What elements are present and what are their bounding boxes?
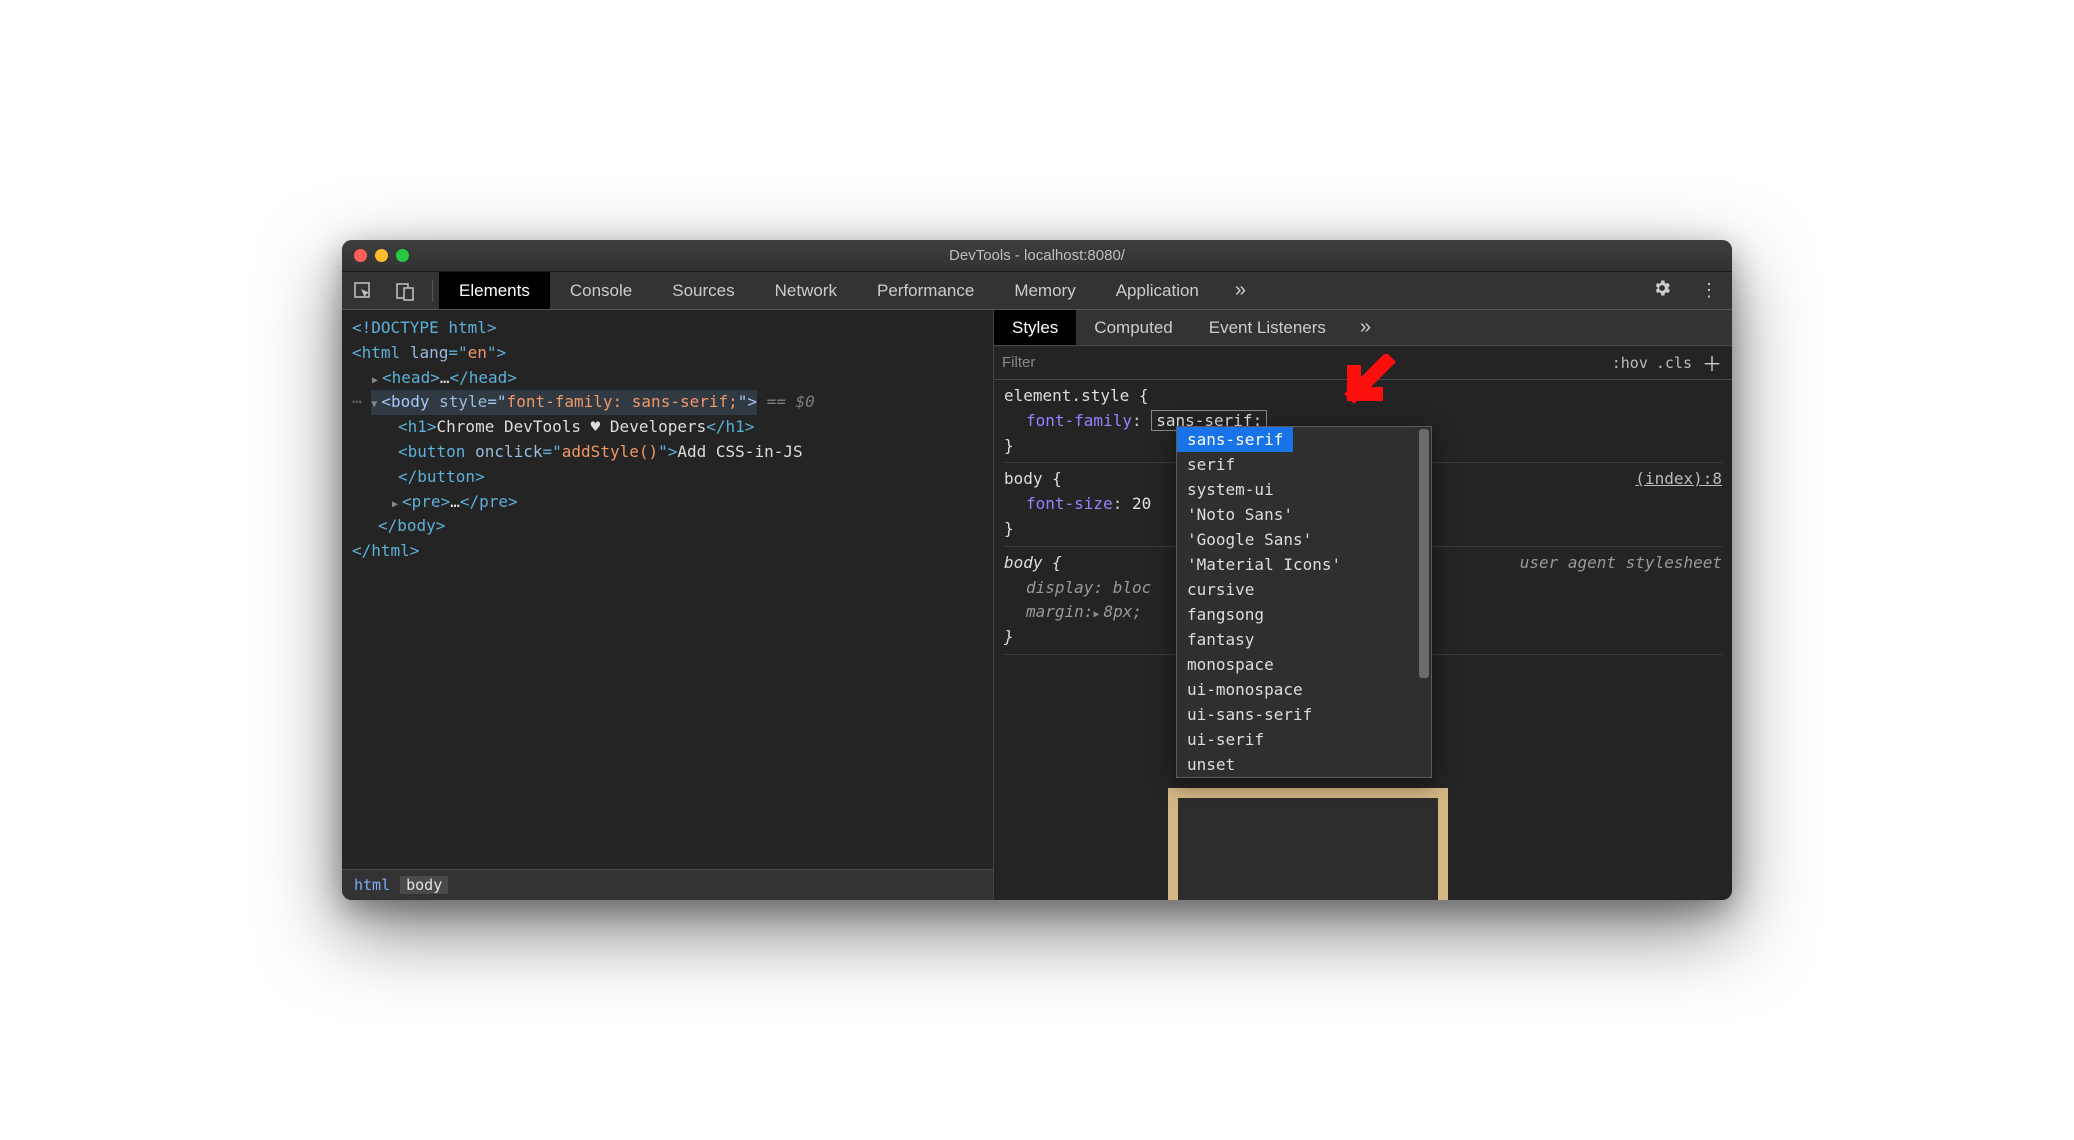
main-toolbar: Elements Console Sources Network Perform…: [342, 272, 1732, 310]
dropdown-scrollbar[interactable]: [1419, 429, 1429, 775]
subtabs-overflow-icon[interactable]: »: [1344, 316, 1387, 339]
option-material-icons[interactable]: 'Material Icons': [1177, 552, 1431, 577]
cls-toggle[interactable]: .cls: [1656, 354, 1692, 372]
main-tabs: Elements Console Sources Network Perform…: [439, 272, 1219, 309]
option-fangsong[interactable]: fangsong: [1177, 602, 1431, 627]
inspect-icon[interactable]: [342, 281, 384, 301]
breadcrumb-item-current[interactable]: body: [400, 876, 448, 894]
titlebar: DevTools - localhost:8080/: [342, 240, 1732, 272]
window-title: DevTools - localhost:8080/: [342, 247, 1732, 264]
breadcrumb-item[interactable]: html: [354, 876, 390, 894]
body-node-selected[interactable]: ⋯ <body style="font-family: sans-serif;"…: [352, 390, 983, 415]
tab-performance[interactable]: Performance: [857, 272, 994, 309]
source-link[interactable]: (index):8: [1635, 467, 1722, 492]
option-ui-sans-serif[interactable]: ui-sans-serif: [1177, 702, 1431, 727]
option-ui-monospace[interactable]: ui-monospace: [1177, 677, 1431, 702]
doctype: <!DOCTYPE html>: [352, 318, 497, 337]
device-toggle-icon[interactable]: [384, 281, 426, 301]
dom-tree[interactable]: <!DOCTYPE html> <html lang="en"> <head>……: [342, 310, 993, 869]
elements-pane: <!DOCTYPE html> <html lang="en"> <head>……: [342, 310, 994, 900]
option-noto-sans[interactable]: 'Noto Sans': [1177, 502, 1431, 527]
tabs-overflow-icon[interactable]: »: [1219, 279, 1262, 302]
subtab-styles[interactable]: Styles: [994, 310, 1076, 345]
option-system-ui[interactable]: system-ui: [1177, 477, 1431, 502]
tab-memory[interactable]: Memory: [994, 272, 1095, 309]
tab-elements[interactable]: Elements: [439, 272, 550, 309]
devtools-window: DevTools - localhost:8080/ Elements Cons…: [342, 240, 1732, 900]
styles-pane: Styles Computed Event Listeners » :hov .…: [994, 310, 1732, 900]
subtab-computed[interactable]: Computed: [1076, 310, 1190, 345]
traffic-lights: [342, 249, 409, 262]
add-rule-icon[interactable]: ＋: [1702, 348, 1722, 377]
kebab-menu-icon[interactable]: ⋮: [1686, 280, 1732, 301]
minimize-icon[interactable]: [375, 249, 388, 262]
option-google-sans[interactable]: 'Google Sans': [1177, 527, 1431, 552]
annotation-arrow-icon: [1336, 354, 1398, 421]
sub-tabs: Styles Computed Event Listeners »: [994, 310, 1732, 346]
option-sans-serif[interactable]: sans-serif: [1177, 427, 1293, 452]
settings-gear-icon[interactable]: [1638, 278, 1686, 303]
option-fantasy[interactable]: fantasy: [1177, 627, 1431, 652]
tab-network[interactable]: Network: [755, 272, 857, 309]
close-icon[interactable]: [354, 249, 367, 262]
option-monospace[interactable]: monospace: [1177, 652, 1431, 677]
tab-application[interactable]: Application: [1096, 272, 1219, 309]
option-serif[interactable]: serif: [1177, 452, 1431, 477]
tab-sources[interactable]: Sources: [652, 272, 754, 309]
option-ui-serif[interactable]: ui-serif: [1177, 727, 1431, 752]
option-cursive[interactable]: cursive: [1177, 577, 1431, 602]
zoom-icon[interactable]: [396, 249, 409, 262]
hov-toggle[interactable]: :hov: [1612, 354, 1648, 372]
subtab-event-listeners[interactable]: Event Listeners: [1191, 310, 1344, 345]
tab-console[interactable]: Console: [550, 272, 652, 309]
autocomplete-dropdown[interactable]: sans-serif serif system-ui 'Noto Sans' '…: [1176, 426, 1432, 778]
filter-input[interactable]: [1002, 354, 1604, 371]
box-model: [1168, 780, 1448, 900]
breadcrumb: html body: [342, 869, 993, 900]
option-unset[interactable]: unset: [1177, 752, 1431, 777]
ua-source: user agent stylesheet: [1520, 551, 1722, 576]
